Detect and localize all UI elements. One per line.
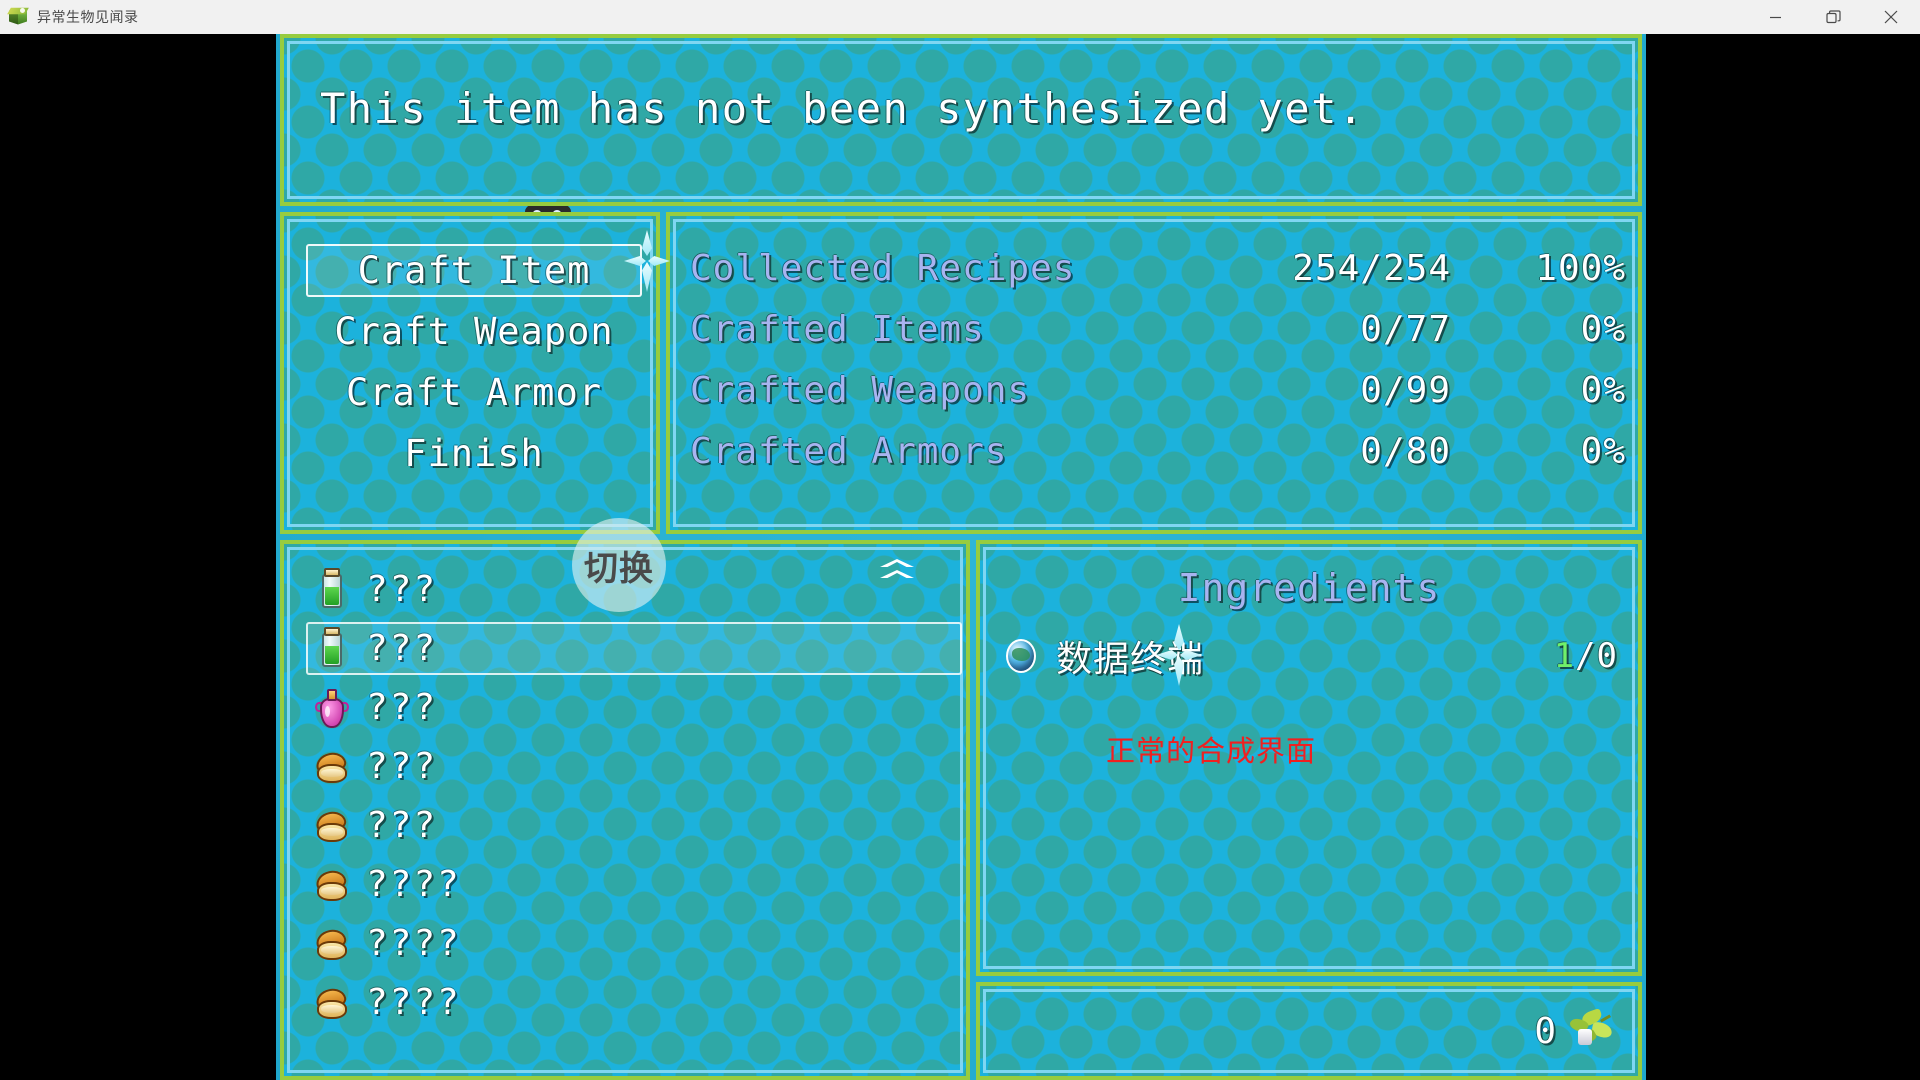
status-rows: Collected Recipes 254/254 100% Crafted I… xyxy=(690,238,1626,482)
status-row: Collected Recipes 254/254 100% xyxy=(690,238,1626,299)
blue-orb-icon xyxy=(1002,636,1042,676)
ingredient-rows: 数据终端 1/0 xyxy=(1002,628,1618,684)
ingredient-quantity: 1/0 xyxy=(1554,636,1618,676)
status-label: Crafted Items xyxy=(690,309,985,350)
item-name: ??? xyxy=(366,628,438,669)
gold-scroll-icon xyxy=(312,922,352,966)
command-label: Craft Item xyxy=(357,249,591,292)
status-label: Collected Recipes xyxy=(690,248,1076,289)
command-craft-item[interactable]: Craft Item xyxy=(306,240,642,301)
ingredient-row: 数据终端 1/0 xyxy=(1002,628,1618,684)
window-controls xyxy=(1746,0,1920,34)
gold-scroll-icon xyxy=(312,745,352,789)
status-fraction: 0/80 xyxy=(1360,431,1451,472)
list-item[interactable]: ??? xyxy=(306,619,962,678)
command-label: Craft Armor xyxy=(345,371,603,414)
status-fraction: 254/254 xyxy=(1292,248,1451,289)
gold-display: 0 xyxy=(1534,986,1616,1076)
chevron-up-icon[interactable] xyxy=(880,559,914,581)
help-window: This item has not been synthesized yet. xyxy=(280,34,1642,206)
list-item[interactable]: ??? xyxy=(308,737,948,796)
item-name: ???? xyxy=(366,923,461,964)
list-item[interactable]: ???? xyxy=(308,914,948,973)
status-percent: 0% xyxy=(1580,370,1626,411)
ingredients-title: Ingredients xyxy=(1177,566,1441,610)
status-label: Crafted Armors xyxy=(690,431,1008,472)
command-window: Craft Item Craft Weapon Craft Armor Fini… xyxy=(280,212,660,534)
command-craft-armor[interactable]: Craft Armor xyxy=(306,362,642,423)
command-craft-weapon[interactable]: Craft Weapon xyxy=(306,301,642,362)
item-name: ??? xyxy=(366,569,438,610)
status-fraction: 0/99 xyxy=(1360,370,1451,411)
command-list: Craft Item Craft Weapon Craft Armor Fini… xyxy=(306,240,642,484)
gold-scroll-icon xyxy=(312,863,352,907)
help-message: This item has not been synthesized yet. xyxy=(320,84,1365,133)
green-leaf-currency-icon xyxy=(1566,1007,1616,1053)
item-name: ???? xyxy=(366,864,461,905)
close-button[interactable] xyxy=(1862,0,1920,34)
minimize-icon xyxy=(1769,16,1781,18)
status-row: Crafted Armors 0/80 0% xyxy=(690,421,1626,482)
window-title: 异常生物见闻录 xyxy=(37,10,139,26)
status-percent: 0% xyxy=(1580,431,1626,472)
annotation-note: 正常的合成界面 xyxy=(1106,734,1317,768)
gold-scroll-icon xyxy=(312,804,352,848)
game-viewport: This item has not been synthesized yet. … xyxy=(276,34,1646,1080)
ingredient-need: /0 xyxy=(1575,636,1618,676)
green-bottle-icon xyxy=(312,626,352,671)
gold-scroll-icon xyxy=(312,981,352,1025)
command-label: Craft Weapon xyxy=(334,310,614,353)
status-window: Collected Recipes 254/254 100% Crafted I… xyxy=(666,212,1642,534)
ingredient-name: 数据终端 xyxy=(1056,639,1205,680)
command-label: Finish xyxy=(404,432,544,475)
window-titlebar: 异常生物见闻录 xyxy=(0,0,1920,34)
item-name: ??? xyxy=(366,805,438,846)
command-finish[interactable]: Finish xyxy=(306,423,642,484)
list-item[interactable]: ??? xyxy=(308,678,948,737)
close-icon xyxy=(1884,10,1898,24)
list-item[interactable]: ??? xyxy=(308,796,948,855)
gold-window: 0 xyxy=(976,982,1642,1080)
status-percent: 100% xyxy=(1535,248,1626,289)
item-rows: ??? ??? ??? ??? ??? ???? ???? ???? xyxy=(306,560,962,1032)
restore-button[interactable] xyxy=(1804,0,1862,34)
gold-value: 0 xyxy=(1534,1010,1556,1052)
status-percent: 0% xyxy=(1580,309,1626,350)
item-name: ??? xyxy=(366,687,438,728)
status-row: Crafted Items 0/77 0% xyxy=(690,299,1626,360)
minimize-button[interactable] xyxy=(1746,0,1804,34)
item-list-window: ??? ??? ??? ??? ??? ???? ???? ???? xyxy=(280,540,970,1080)
list-item[interactable]: ???? xyxy=(308,855,948,914)
item-name: ???? xyxy=(366,982,461,1023)
status-row: Crafted Weapons 0/99 0% xyxy=(690,360,1626,421)
status-label: Crafted Weapons xyxy=(690,370,1031,411)
pink-vase-icon xyxy=(312,686,352,730)
ingredient-have: 1 xyxy=(1553,636,1576,676)
green-bottle-icon xyxy=(312,567,352,612)
restore-icon xyxy=(1825,9,1841,23)
status-fraction: 0/77 xyxy=(1360,309,1451,350)
item-name: ??? xyxy=(366,746,438,787)
switch-badge-button[interactable]: 切换 xyxy=(572,518,666,612)
app-icon xyxy=(7,7,29,27)
list-item[interactable]: ???? xyxy=(308,973,948,1032)
